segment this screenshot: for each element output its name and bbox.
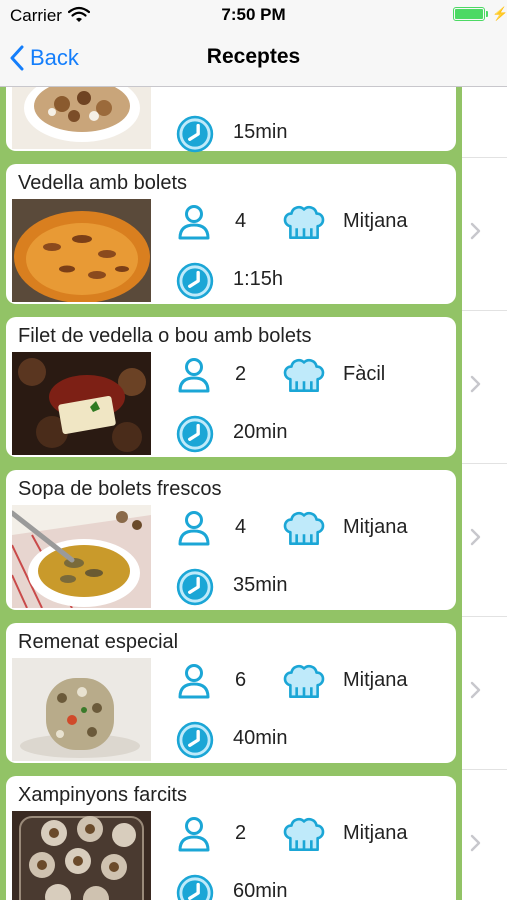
chevron-right-icon <box>470 681 481 699</box>
chef-hat-icon <box>283 205 325 240</box>
chef-hat-icon <box>283 358 325 393</box>
servings-icon <box>178 511 210 546</box>
recipe-card: Remenat especial 6 Mitjana 40min <box>6 623 456 763</box>
recipe-time: 60min <box>233 880 288 900</box>
chevron-right-icon <box>470 834 481 852</box>
status-bar: Carrier 7:50 PM ⚡ <box>0 0 507 30</box>
clock-icon <box>176 721 214 759</box>
recipe-servings: 6 <box>235 669 247 691</box>
recipe-title: Filet de vedella o bou amb bolets <box>18 325 312 347</box>
recipe-title: Sopa de bolets frescos <box>18 478 222 500</box>
recipe-difficulty: Mitjana <box>343 516 408 538</box>
recipe-card: Sopa de bolets frescos 4 Mitjana 35min <box>6 470 456 610</box>
navigation-bar: Back Receptes <box>0 30 507 87</box>
recipe-photo <box>12 352 151 455</box>
clock-icon <box>176 568 214 606</box>
recipe-card: Xampinyons farcits 2 Mitjana 60min <box>6 776 456 900</box>
recipe-title: Xampinyons farcits <box>18 784 187 806</box>
recipe-difficulty: Fàcil <box>343 363 386 385</box>
chef-hat-icon <box>283 664 325 699</box>
servings-icon <box>178 358 210 393</box>
page-title: Receptes <box>206 45 301 68</box>
servings-icon <box>178 817 210 852</box>
chevron-right-icon <box>470 222 481 240</box>
recipe-difficulty: Mitjana <box>343 210 408 232</box>
recipe-photo <box>12 199 151 302</box>
chevron-right-icon <box>470 528 481 546</box>
recipe-card: 15min <box>6 87 456 153</box>
recipe-servings: 2 <box>235 822 247 844</box>
recipe-servings: 2 <box>235 363 247 385</box>
recipe-servings: 4 <box>235 516 247 538</box>
recipe-list[interactable]: 15min Vedella amb bolets 4 Mitjana 1:15h… <box>0 87 507 900</box>
clock-icon <box>176 874 214 900</box>
recipe-card: Vedella amb bolets 4 Mitjana 1:15h <box>6 164 456 304</box>
recipe-difficulty: Mitjana <box>343 822 408 844</box>
status-time: 7:50 PM <box>221 5 286 24</box>
recipe-title: Vedella amb bolets <box>18 172 188 194</box>
recipe-photo <box>12 811 151 900</box>
servings-icon <box>178 205 210 240</box>
recipe-time: 1:15h <box>233 268 284 290</box>
clock-icon <box>176 262 214 300</box>
recipe-title: Remenat especial <box>18 631 179 653</box>
recipe-photo <box>12 658 151 761</box>
recipe-time: 20min <box>233 421 288 443</box>
recipe-time: 40min <box>233 727 288 749</box>
chef-hat-icon <box>283 511 325 546</box>
recipe-row[interactable]: Filet de vedella o bou amb bolets 2 Fàci… <box>0 311 507 464</box>
chef-hat-icon <box>283 817 325 852</box>
servings-icon <box>178 664 210 699</box>
recipe-row[interactable]: Vedella amb bolets 4 Mitjana 1:15h <box>0 158 507 311</box>
clock-icon <box>176 415 214 453</box>
chevron-right-icon <box>470 375 481 393</box>
recipe-photo <box>12 87 151 149</box>
recipe-servings: 4 <box>235 210 247 232</box>
charging-icon: ⚡ <box>492 6 507 21</box>
recipe-row[interactable]: Sopa de bolets frescos 4 Mitjana 35min <box>0 464 507 617</box>
recipe-difficulty: Mitjana <box>343 669 408 691</box>
recipe-photo <box>12 505 151 608</box>
clock-icon <box>176 115 214 153</box>
battery-icon <box>453 7 485 21</box>
battery-tip <box>486 11 488 17</box>
recipe-time: 15min <box>233 121 288 143</box>
recipe-row[interactable]: 15min <box>0 87 507 158</box>
recipe-row[interactable]: Remenat especial 6 Mitjana 40min <box>0 617 507 770</box>
recipe-row[interactable]: Xampinyons farcits 2 Mitjana 60min <box>0 770 507 900</box>
recipe-card: Filet de vedella o bou amb bolets 2 Fàci… <box>6 317 456 457</box>
recipe-time: 35min <box>233 574 288 596</box>
